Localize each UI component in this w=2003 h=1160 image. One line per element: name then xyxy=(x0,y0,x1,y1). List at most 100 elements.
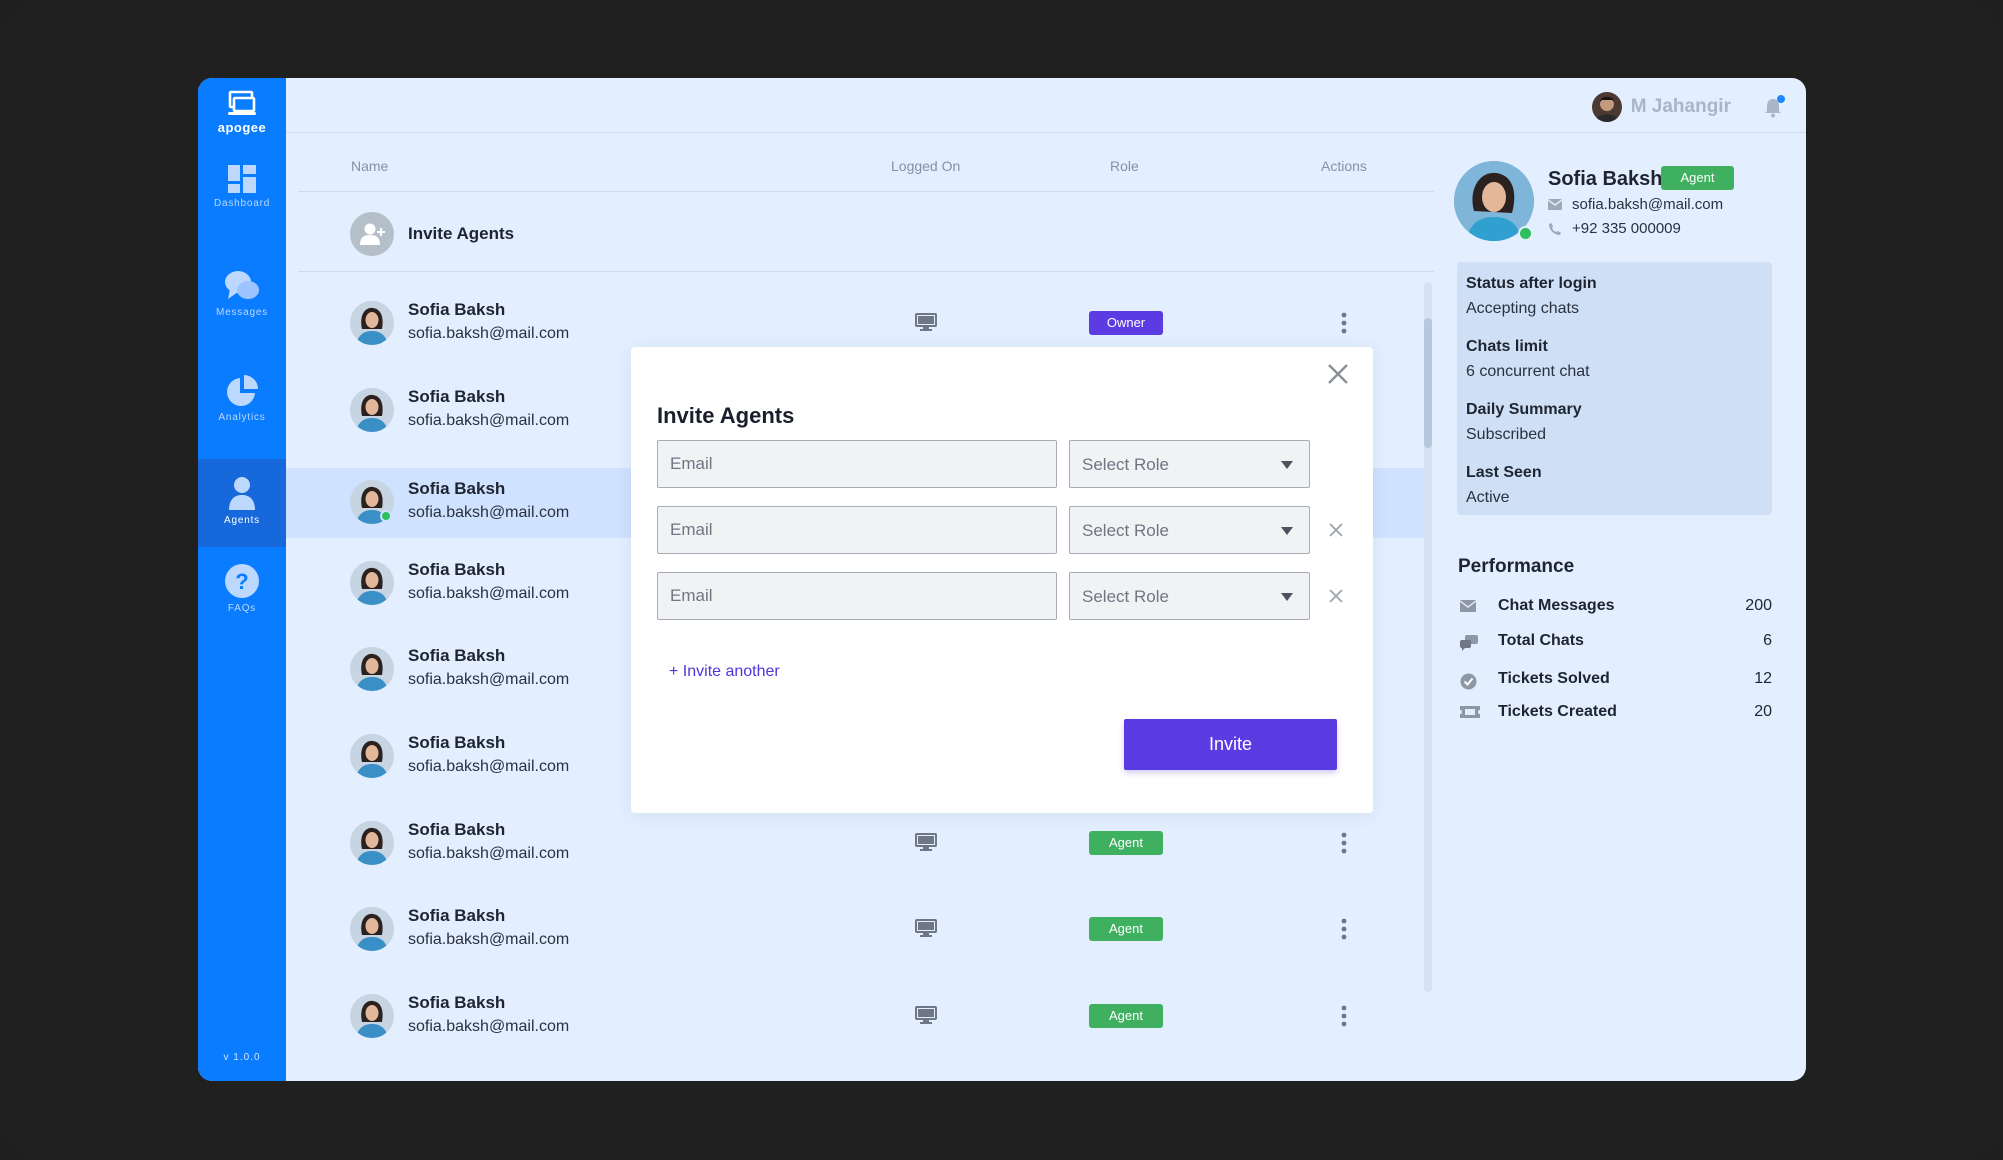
remove-row-icon[interactable] xyxy=(1329,523,1343,537)
close-icon[interactable] xyxy=(1327,363,1349,385)
email-input[interactable] xyxy=(657,440,1057,488)
invite-another-link[interactable]: + Invite another xyxy=(669,663,780,681)
email-input[interactable] xyxy=(657,572,1057,620)
role-badge: Owner xyxy=(1089,311,1163,335)
performance-label: Tickets Solved xyxy=(1498,670,1610,687)
more-actions-icon[interactable] xyxy=(1339,311,1349,335)
detail-value: Accepting chats xyxy=(1466,300,1579,317)
monitor-icon xyxy=(915,919,937,938)
caret-down-icon xyxy=(1281,461,1293,469)
phone-icon xyxy=(1549,222,1561,235)
table-row[interactable]: Sofia Baksh sofia.baksh@mail.com Agent xyxy=(198,895,1428,965)
more-actions-icon[interactable] xyxy=(1339,917,1349,941)
performance-value: 200 xyxy=(1745,597,1772,614)
app-version: v 1.0.0 xyxy=(223,1052,261,1063)
column-header-logged-on[interactable]: Logged On xyxy=(891,158,960,174)
agent-email: sofia.baksh@mail.com xyxy=(408,931,570,949)
online-indicator xyxy=(1518,226,1533,241)
avatar xyxy=(350,560,394,605)
invite-agents-row[interactable]: Invite Agents xyxy=(350,212,514,256)
divider xyxy=(298,271,1434,272)
avatar xyxy=(350,301,394,345)
performance-value: 20 xyxy=(1754,703,1772,720)
role-select-value: Select Role xyxy=(1082,455,1169,474)
profile-email[interactable]: sofia.baksh@mail.com xyxy=(1572,196,1723,213)
avatar xyxy=(350,387,394,432)
detail-label: Status after login xyxy=(1466,275,1597,292)
profile-name: Sofia Baksh xyxy=(1548,168,1663,190)
avatar xyxy=(1591,92,1622,122)
column-header-actions: Actions xyxy=(1321,158,1367,174)
agent-name: Sofia Baksh xyxy=(408,300,506,319)
table-row[interactable]: Sofia Baksh sofia.baksh@mail.com Agent xyxy=(198,809,1428,879)
dashboard-icon xyxy=(228,165,256,193)
logo[interactable]: apogee xyxy=(198,90,286,138)
table-row[interactable]: Sofia Baksh sofia.baksh@mail.com Agent xyxy=(198,982,1428,1052)
performance-row: Tickets Solved 12 xyxy=(1460,670,1772,692)
monitor-icon xyxy=(915,1005,937,1024)
user-name: M Jahangir xyxy=(1630,96,1731,117)
avatar xyxy=(350,820,394,865)
profile-phone-row: +92 335 000009 xyxy=(1548,220,1681,237)
agent-email: sofia.baksh@mail.com xyxy=(408,411,570,429)
logo-icon xyxy=(228,90,256,115)
agent-email: sofia.baksh@mail.com xyxy=(408,584,570,602)
monitor-icon xyxy=(915,313,937,331)
agent-name: Sofia Baksh xyxy=(408,733,506,752)
scrollbar-thumb[interactable] xyxy=(1424,318,1432,448)
detail-value: 6 concurrent chat xyxy=(1466,363,1590,380)
online-indicator xyxy=(380,510,392,523)
avatar xyxy=(350,993,394,1038)
role-badge: Agent xyxy=(1089,917,1163,942)
email-input[interactable] xyxy=(657,506,1057,554)
agent-name: Sofia Baksh xyxy=(408,819,506,839)
invite-agents-label: Invite Agents xyxy=(408,224,515,243)
sidebar-item-dashboard[interactable]: Dashboard xyxy=(198,148,286,232)
performance-value: 12 xyxy=(1754,670,1772,687)
detail-label: Daily Summary xyxy=(1466,401,1582,418)
more-actions-icon[interactable] xyxy=(1339,831,1349,855)
agent-email: sofia.baksh@mail.com xyxy=(408,504,570,522)
more-actions-icon[interactable] xyxy=(1339,1004,1349,1028)
role-select-value: Select Role xyxy=(1082,587,1169,606)
role-select[interactable]: Select Role xyxy=(1069,572,1310,620)
notifications-button[interactable] xyxy=(1764,95,1785,118)
mail-icon xyxy=(1548,199,1562,210)
agent-email: sofia.baksh@mail.com xyxy=(408,1017,570,1035)
app-window: apogee Dashboard Messages Analytics Agen… xyxy=(198,78,1806,1081)
agent-name: Sofia Baksh xyxy=(408,992,506,1012)
notification-dot xyxy=(1777,95,1785,103)
agent-name: Sofia Baksh xyxy=(408,906,506,926)
sidebar-item-label: Agents xyxy=(224,515,260,526)
agent-email: sofia.baksh@mail.com xyxy=(408,325,570,342)
agent-email: sofia.baksh@mail.com xyxy=(408,671,570,689)
sidebar-item-label: Dashboard xyxy=(213,198,271,209)
device-frame: apogee Dashboard Messages Analytics Agen… xyxy=(0,0,2003,1160)
logo-text: apogee xyxy=(217,120,267,135)
agent-name: Sofia Baksh xyxy=(408,386,506,406)
sidebar-item-agents[interactable]: Agents xyxy=(198,459,286,547)
user-menu[interactable]: M Jahangir xyxy=(1591,92,1731,122)
avatar xyxy=(350,647,394,692)
role-badge: Agent xyxy=(1661,166,1734,190)
modal-title: Invite Agents xyxy=(657,403,795,428)
role-badge: Agent xyxy=(1089,830,1163,855)
profile-email-row: sofia.baksh@mail.com xyxy=(1548,196,1723,213)
invite-button[interactable]: Invite xyxy=(1124,719,1337,770)
agent-name: Sofia Baksh xyxy=(408,559,506,579)
performance-label: Chat Messages xyxy=(1498,597,1615,614)
column-header-role[interactable]: Role xyxy=(1110,158,1139,174)
remove-row-icon[interactable] xyxy=(1329,589,1343,603)
caret-down-icon xyxy=(1281,527,1293,535)
role-select[interactable]: Select Role xyxy=(1069,440,1310,488)
performance-label: Total Chats xyxy=(1498,632,1584,649)
role-badge: Agent xyxy=(1089,1003,1163,1028)
role-select[interactable]: Select Role xyxy=(1069,506,1310,554)
topbar: M Jahangir xyxy=(286,78,1806,133)
column-header-name[interactable]: Name xyxy=(351,158,388,174)
agent-name: Sofia Baksh xyxy=(408,479,506,499)
profile-phone[interactable]: +92 335 000009 xyxy=(1572,220,1681,237)
add-user-icon xyxy=(350,212,394,256)
agent-email: sofia.baksh@mail.com xyxy=(408,844,570,862)
divider xyxy=(298,191,1434,192)
